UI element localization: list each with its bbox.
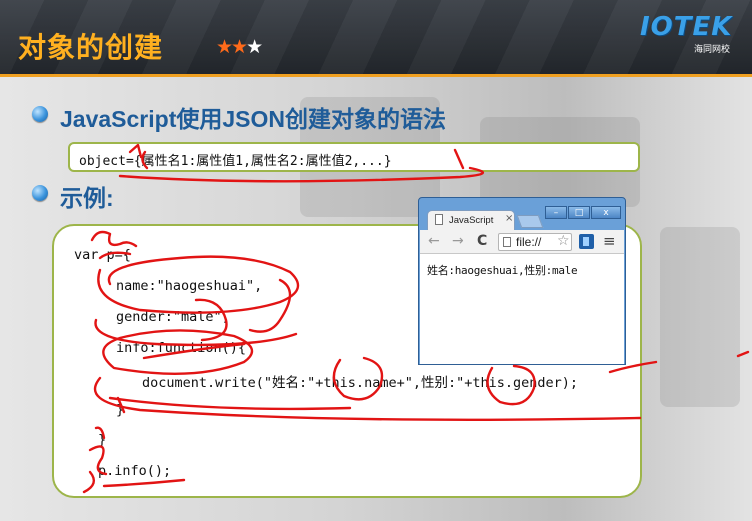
page-icon: [435, 214, 443, 225]
tab-title: JavaScript: [449, 215, 494, 226]
bullet-icon: [32, 185, 48, 201]
bullet-icon: [32, 106, 48, 122]
code-line: }: [98, 432, 107, 448]
maximize-button[interactable]: □: [568, 206, 590, 219]
syntax-heading: JavaScript使用JSON创建对象的语法: [60, 106, 446, 132]
code-line: name:"haogeshuai",: [116, 278, 263, 294]
bookmark-star-icon[interactable]: ☆: [557, 233, 570, 249]
difficulty-stars: ★★★: [216, 36, 263, 58]
window-controls: – □ x: [544, 200, 621, 219]
filled-star-icon: ★★: [216, 36, 248, 58]
browser-window: – □ x JavaScript × ← → C file:// ☆ ≡ 姓名:ha…: [418, 197, 626, 365]
background-shape: [660, 227, 740, 407]
menu-icon[interactable]: ≡: [603, 232, 616, 250]
back-arrow-icon[interactable]: ←: [428, 233, 440, 249]
slide-title: 对象的创建: [18, 31, 164, 64]
example-heading: 示例:: [60, 185, 114, 211]
browser-toolbar: ← → C file:// ☆ ≡: [420, 230, 624, 254]
extension-icon[interactable]: [579, 234, 594, 249]
browser-tab[interactable]: JavaScript ×: [427, 210, 515, 230]
logo-subtitle: 海同网校: [694, 45, 731, 55]
reload-icon[interactable]: C: [477, 233, 487, 249]
syntax-box: object={属性名1:属性值1,属性名2:属性值2,...}: [68, 142, 640, 172]
iotek-logo: IOTEK 海同网校: [640, 12, 748, 56]
close-window-button[interactable]: x: [591, 206, 621, 219]
forward-arrow-icon[interactable]: →: [452, 233, 464, 249]
page-icon: [503, 237, 511, 247]
code-line: document.write("姓名:"+this.name+",性别:"+th…: [142, 375, 579, 391]
page-output: 姓名:haogeshuai,性别:male: [427, 264, 578, 277]
address-bar[interactable]: file:// ☆: [498, 233, 572, 251]
empty-star-icon: ★: [246, 36, 263, 58]
slide-header: 对象的创建 ★★★ IOTEK 海同网校: [0, 0, 752, 74]
code-line: var p={: [74, 247, 131, 263]
address-text: file://: [516, 235, 542, 249]
new-tab-button[interactable]: [516, 215, 544, 228]
code-line: gender:"male",: [116, 309, 230, 325]
code-line: info:function(){: [116, 340, 247, 356]
code-line: p.info();: [98, 463, 172, 479]
code-line: }: [116, 402, 125, 418]
tab-close-icon[interactable]: ×: [505, 213, 513, 224]
browser-page: 姓名:haogeshuai,性别:male: [420, 254, 624, 364]
syntax-text: object={属性名1:属性值1,属性名2:属性值2,...}: [79, 154, 392, 169]
logo-text: IOTEK: [640, 12, 733, 42]
minimize-button[interactable]: –: [545, 206, 567, 219]
